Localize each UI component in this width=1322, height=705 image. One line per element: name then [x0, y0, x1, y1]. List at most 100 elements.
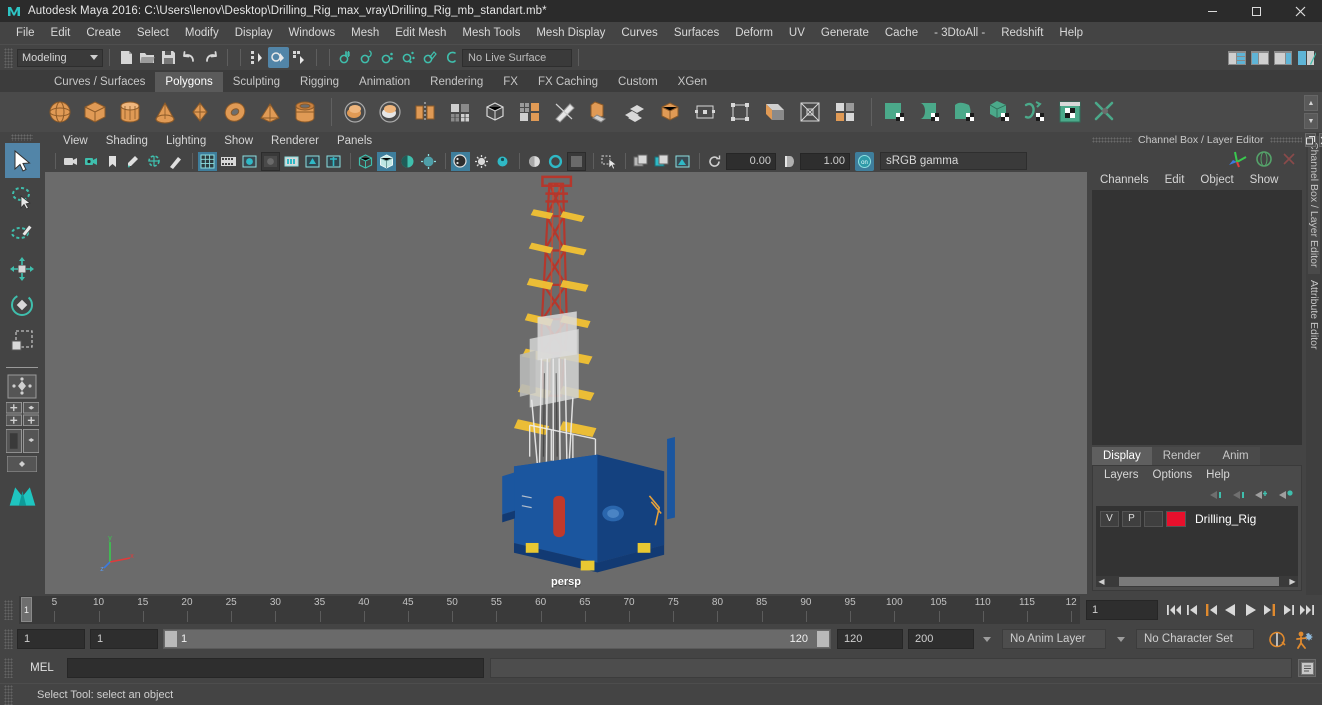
open-scene-icon[interactable] [137, 47, 158, 68]
move-layer-up-icon[interactable] [1208, 489, 1223, 501]
range-start-field[interactable]: 1 [90, 629, 158, 649]
layer-menu-help[interactable]: Help [1199, 466, 1237, 485]
new-scene-icon[interactable] [116, 47, 137, 68]
close-button[interactable] [1278, 0, 1322, 22]
time-slider[interactable]: 5 10 15 20 25 30 35 40 45 50 55 60 65 70 75 80 85 90 95 100… [19, 596, 1080, 624]
viewport-menu-panels[interactable]: Panels [328, 132, 381, 150]
poly-smooth-icon[interactable] [444, 96, 476, 128]
menu-generate[interactable]: Generate [813, 22, 877, 44]
menu-3dtoall[interactable]: - 3DtoAll - [926, 22, 993, 44]
panel-gripper-left[interactable] [1092, 137, 1132, 143]
grease-pencil-icon[interactable] [166, 152, 185, 171]
poly-multi-cut-icon[interactable] [549, 96, 581, 128]
two-d-pan-zoom-icon[interactable] [145, 152, 164, 171]
menu-display[interactable]: Display [227, 22, 281, 44]
uv-spherical-icon[interactable] [949, 96, 981, 128]
poly-cone-icon[interactable] [149, 96, 181, 128]
go-to-end-icon[interactable] [1297, 600, 1316, 620]
redo-icon[interactable] [200, 47, 221, 68]
snap-to-projected-center-icon[interactable] [399, 47, 420, 68]
shelf-scroll-up-button[interactable]: ▲ [1304, 95, 1318, 111]
motion-blur-icon[interactable] [493, 152, 512, 171]
menu-mesh-tools[interactable]: Mesh Tools [454, 22, 528, 44]
poly-wedge-icon[interactable] [724, 96, 756, 128]
uv-editor-icon[interactable] [1054, 96, 1086, 128]
step-back-frame-icon[interactable] [1202, 600, 1221, 620]
menu-cache[interactable]: Cache [877, 22, 926, 44]
shelf-tab-rendering[interactable]: Rendering [420, 72, 494, 92]
menu-mesh-display[interactable]: Mesh Display [528, 22, 613, 44]
current-frame-field[interactable]: 1 [1086, 600, 1158, 620]
command-language-label[interactable]: MEL [17, 662, 67, 674]
layer-color-swatch[interactable] [1166, 510, 1186, 527]
play-forwards-icon[interactable] [1240, 600, 1259, 620]
poly-combine-icon[interactable] [479, 96, 511, 128]
single-perspective-layout[interactable] [6, 374, 39, 399]
time-cursor[interactable]: 1 [21, 597, 32, 622]
screen-space-ao-icon[interactable] [472, 152, 491, 171]
tool-settings-icon[interactable] [1295, 47, 1316, 68]
snapshot-viewport-icon[interactable] [673, 152, 692, 171]
vtab-channel-box-layer-editor[interactable]: Channel Box / Layer Editor [1308, 136, 1320, 274]
shaded-textured-icon[interactable] [398, 152, 417, 171]
poly-separate-icon[interactable] [514, 96, 546, 128]
select-by-hierarchy-icon[interactable] [247, 47, 268, 68]
range-end-handle[interactable] [817, 631, 829, 647]
poly-booleans-difference-icon[interactable] [374, 96, 406, 128]
scroll-thumb[interactable] [1119, 577, 1279, 586]
channel-menu-show[interactable]: Show [1242, 170, 1287, 190]
hypershade-layout[interactable] [6, 475, 39, 507]
step-forward-frame-icon[interactable] [1259, 600, 1278, 620]
shelf-tab-curves-surfaces[interactable]: Curves / Surfaces [44, 72, 156, 92]
menu-create[interactable]: Create [78, 22, 129, 44]
depth-of-field-icon[interactable] [546, 152, 565, 171]
layer-visibility-toggle[interactable]: V [1100, 510, 1119, 527]
uv-cut-icon[interactable] [1089, 96, 1121, 128]
multisample-aa-icon[interactable] [525, 152, 544, 171]
poly-quad-draw-icon[interactable] [759, 96, 791, 128]
menu-uv[interactable]: UV [781, 22, 813, 44]
select-by-component-icon[interactable] [289, 47, 310, 68]
persp-outliner-layout[interactable] [5, 429, 39, 453]
character-set-chevron-down-icon[interactable] [1117, 636, 1125, 642]
poly-append-icon[interactable] [689, 96, 721, 128]
isolate-select-icon[interactable] [599, 152, 618, 171]
exposure-field[interactable]: 0.00 [726, 152, 776, 170]
layer-row-drilling-rig[interactable]: V P Drilling_Rig [1098, 509, 1296, 528]
copy-viewport-icon[interactable] [631, 152, 650, 171]
poly-pipe-icon[interactable] [289, 96, 321, 128]
color-management-icon[interactable]: on [855, 151, 874, 171]
gate-mask-icon[interactable] [261, 151, 280, 171]
poly-extrude-icon[interactable] [584, 96, 616, 128]
shelf-tab-sculpting[interactable]: Sculpting [222, 72, 291, 92]
select-by-object-icon[interactable] [268, 47, 289, 68]
rotate-tool[interactable] [5, 287, 40, 322]
gamma-icon[interactable] [779, 152, 798, 171]
menu-deform[interactable]: Deform [727, 22, 781, 44]
menu-set-selector[interactable]: Modeling [17, 48, 103, 67]
four-view-layout[interactable] [5, 402, 39, 426]
range-slider-gripper[interactable] [4, 629, 13, 649]
shelf-tab-fx-caching[interactable]: FX Caching [527, 72, 609, 92]
shelf-tab-xgen[interactable]: XGen [667, 72, 718, 92]
channel-menu-object[interactable]: Object [1192, 170, 1241, 190]
viewport-menu-lighting[interactable]: Lighting [157, 132, 215, 150]
channel-menu-edit[interactable]: Edit [1157, 170, 1193, 190]
character-set-selector[interactable]: No Character Set [1132, 629, 1258, 649]
menu-modify[interactable]: Modify [177, 22, 227, 44]
minimize-button[interactable] [1190, 0, 1234, 22]
poly-mirror-geometry-icon[interactable] [409, 96, 441, 128]
menu-select[interactable]: Select [129, 22, 177, 44]
shelf-tab-rigging[interactable]: Rigging [290, 72, 350, 92]
shadows-icon[interactable] [451, 151, 470, 171]
poly-torus-icon[interactable] [219, 96, 251, 128]
status-line-gripper[interactable] [4, 47, 13, 68]
panel-gripper-right[interactable] [1269, 137, 1302, 143]
smooth-shading-icon[interactable] [377, 151, 396, 171]
poly-sphere-icon[interactable] [44, 96, 76, 128]
xray-icon[interactable] [303, 152, 322, 171]
snap-to-curve-icon[interactable] [357, 47, 378, 68]
uv-cylindrical-icon[interactable] [914, 96, 946, 128]
poly-booleans-union-icon[interactable] [339, 96, 371, 128]
snap-to-point-icon[interactable] [378, 47, 399, 68]
